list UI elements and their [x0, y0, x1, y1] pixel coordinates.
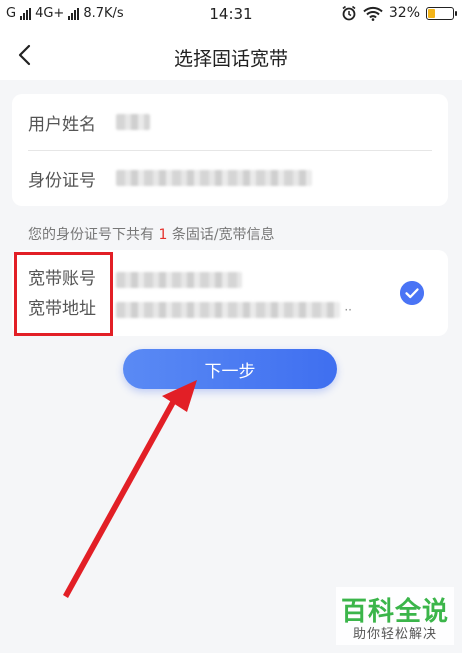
next-step-button[interactable]: 下一步 — [123, 349, 337, 389]
account-value-blurred — [116, 272, 242, 288]
account-blur — [116, 272, 242, 288]
watermark-subtitle: 助你轻松解决 — [352, 627, 437, 642]
battery-icon — [426, 6, 457, 20]
id-row: 身份证号 — [28, 150, 432, 206]
check-circle-icon[interactable] — [400, 281, 424, 305]
id-value-blurred — [116, 170, 312, 186]
identity-card: 用户姓名 身份证号 — [12, 94, 448, 206]
address-blur — [116, 302, 341, 318]
highlight-box — [14, 252, 113, 336]
nav-bar: 选择固话宽带 — [0, 30, 462, 80]
battery-fill — [428, 8, 435, 18]
watermark: 百科全说 助你轻松解决 — [336, 587, 454, 645]
name-label: 用户姓名 — [28, 114, 96, 135]
page-title: 选择固话宽带 — [173, 48, 288, 70]
id-label: 身份证号 — [28, 170, 96, 191]
info-prefix: 您的身份证号下共有 — [28, 227, 154, 243]
alarm-icon — [342, 5, 356, 21]
address-ellipsis: ·· — [344, 303, 352, 317]
name-row: 用户姓名 — [28, 94, 432, 151]
record-count-info: 您的身份证号下共有 1 条固话/宽带信息 — [28, 224, 275, 244]
record-count: 1 — [158, 227, 168, 243]
status-right: 32% — [341, 5, 457, 21]
battery-percent: 32% — [388, 5, 420, 21]
address-value: ·· — [116, 302, 352, 318]
status-bar: G 4G+ 8.7K/s 14:31 32% — [0, 0, 462, 30]
wifi-icon — [363, 6, 383, 21]
name-value-blurred — [116, 114, 150, 130]
info-suffix: 条固话/宽带信息 — [171, 227, 275, 243]
